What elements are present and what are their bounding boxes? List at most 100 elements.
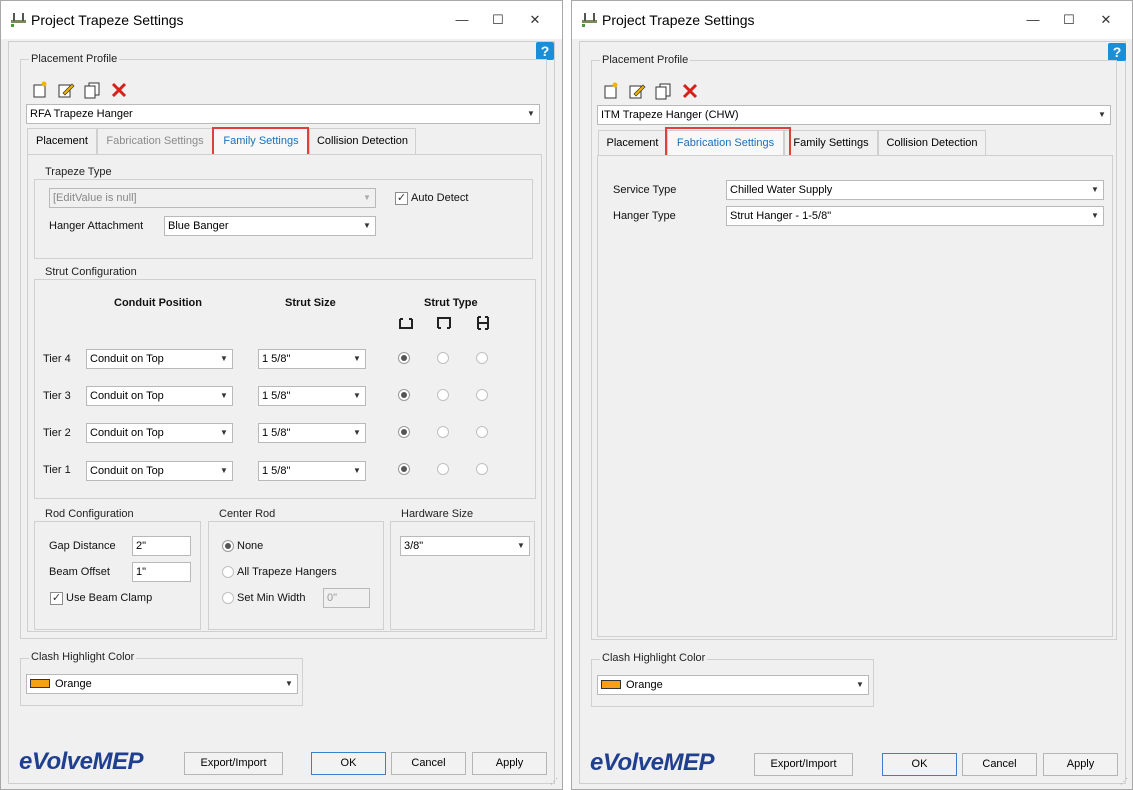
right-dialog: Project Trapeze Settings — ☐ ✕ ? Placeme… [571,0,1133,790]
tier-3-label: Tier 3 [43,390,71,402]
tier-3-position-dropdown[interactable]: Conduit on Top ▼ [86,386,233,406]
tier-1-type-2-radio[interactable] [437,463,449,475]
tier-3-size-dropdown[interactable]: 1 5/8" ▼ [258,386,366,406]
tab-placement[interactable]: Placement [27,128,97,154]
left-dialog: Project Trapeze Settings — ☐ ✕ ? Placeme… [0,0,563,790]
center-rod-setmin-radio[interactable] [222,592,234,604]
tab-fabrication-settings[interactable]: Fabrication Settings [97,128,213,154]
clash-color-dropdown[interactable]: Orange ▼ [26,674,298,694]
tab-family-settings[interactable]: Family Settings [784,130,878,156]
tab-collision-detection[interactable]: Collision Detection [309,128,416,154]
maximize-button[interactable]: ☐ [486,10,510,30]
new-profile-icon[interactable] [602,82,620,100]
hanger-type-dropdown[interactable]: Strut Hanger - 1-5/8" ▼ [726,206,1104,226]
tier-4-type-3-radio[interactable] [476,352,488,364]
tier-2-type-1-radio[interactable] [398,426,410,438]
beam-offset-input[interactable]: 1" [132,562,191,582]
tier-1-type-1-radio[interactable] [398,463,410,475]
chevron-down-icon: ▼ [517,541,525,550]
tier-2-position-value: Conduit on Top [90,427,164,439]
tier-2-position-dropdown[interactable]: Conduit on Top ▼ [86,423,233,443]
center-rod-setmin-label: Set Min Width [237,592,306,604]
strut-open-up-icon [399,318,413,329]
close-button[interactable]: ✕ [1094,10,1118,30]
edit-profile-icon[interactable] [57,81,75,99]
tab-placement[interactable]: Placement [598,130,667,156]
hanger-attachment-dropdown[interactable]: Blue Banger ▼ [164,216,376,236]
chevron-down-icon: ▼ [353,391,361,400]
use-beam-clamp-checkbox[interactable]: ✓ [50,592,63,605]
tier-4-type-1-radio[interactable] [398,352,410,364]
help-icon[interactable]: ? [1108,43,1126,61]
resize-grip-icon[interactable]: ⋰ [1120,777,1130,787]
apply-button[interactable]: Apply [472,752,547,775]
hanger-attachment-label: Hanger Attachment [49,220,144,232]
center-rod-none-label: None [237,540,264,552]
delete-profile-icon[interactable] [110,81,128,99]
tier-3-type-3-radio[interactable] [476,389,488,401]
auto-detect-label: Auto Detect [411,192,469,204]
tier-2-size-dropdown[interactable]: 1 5/8" ▼ [258,423,366,443]
tier-4-size-dropdown[interactable]: 1 5/8" ▼ [258,349,366,369]
hanger-attachment-value: Blue Banger [168,220,229,232]
ok-button[interactable]: OK [311,752,386,775]
trapeze-app-icon [582,13,597,27]
close-button[interactable]: ✕ [523,10,547,30]
tier-1-size-dropdown[interactable]: 1 5/8" ▼ [258,461,366,481]
gap-distance-input[interactable]: 2" [132,536,191,556]
ok-button[interactable]: OK [882,753,957,776]
hardware-size-label: Hardware Size [399,508,476,520]
evolvemep-logo: eVolveMEP [19,748,144,775]
cancel-button[interactable]: Cancel [962,753,1037,776]
profile-value: RFA Trapeze Hanger [30,108,133,120]
delete-profile-icon[interactable] [681,82,699,100]
resize-grip-icon[interactable]: ⋰ [550,777,560,787]
chevron-down-icon: ▼ [856,680,864,689]
profile-dropdown[interactable]: RFA Trapeze Hanger ▼ [26,104,540,124]
profile-dropdown[interactable]: ITM Trapeze Hanger (CHW) ▼ [597,105,1111,125]
export-import-button[interactable]: Export/Import [184,752,283,775]
tier-3-position-value: Conduit on Top [90,390,164,402]
apply-button[interactable]: Apply [1043,753,1118,776]
service-type-label: Service Type [613,184,677,196]
maximize-button[interactable]: ☐ [1057,10,1081,30]
strut-back-to-back-icon [477,316,489,330]
tier-1-position-value: Conduit on Top [90,465,164,477]
clash-highlight-label: Clash Highlight Color [600,652,708,664]
chevron-down-icon: ▼ [1091,211,1099,220]
copy-profile-icon[interactable] [83,81,101,99]
beam-offset-label: Beam Offset [49,566,110,578]
hardware-size-dropdown[interactable]: 3/8" ▼ [400,536,530,556]
tier-3-size-value: 1 5/8" [262,390,291,402]
chevron-down-icon: ▼ [1091,185,1099,194]
center-rod-all-radio[interactable] [222,566,234,578]
tier-1-type-3-radio[interactable] [476,463,488,475]
service-type-dropdown[interactable]: Chilled Water Supply ▼ [726,180,1104,200]
chevron-down-icon: ▼ [1098,110,1106,119]
edit-profile-icon[interactable] [628,82,646,100]
trapeze-app-icon [11,13,26,27]
tier-4-position-dropdown[interactable]: Conduit on Top ▼ [86,349,233,369]
help-icon[interactable]: ? [536,42,554,60]
clash-color-dropdown[interactable]: Orange ▼ [597,675,869,695]
tier-1-size-value: 1 5/8" [262,465,291,477]
chevron-down-icon: ▼ [363,221,371,230]
window-title: Project Trapeze Settings [602,12,755,28]
new-profile-icon[interactable] [31,81,49,99]
tier-3-type-1-radio[interactable] [398,389,410,401]
tier-2-type-3-radio[interactable] [476,426,488,438]
clash-highlight-label: Clash Highlight Color [29,651,137,663]
copy-profile-icon[interactable] [654,82,672,100]
minimize-button[interactable]: — [1021,10,1045,30]
tab-collision-detection[interactable]: Collision Detection [878,130,986,156]
tier-4-type-2-radio[interactable] [437,352,449,364]
export-import-button[interactable]: Export/Import [754,753,853,776]
cancel-button[interactable]: Cancel [391,752,466,775]
chevron-down-icon: ▼ [285,679,293,688]
minimize-button[interactable]: — [450,10,474,30]
center-rod-none-radio[interactable] [222,540,234,552]
tier-1-position-dropdown[interactable]: Conduit on Top ▼ [86,461,233,481]
auto-detect-checkbox[interactable]: ✓ [395,192,408,205]
tier-2-type-2-radio[interactable] [437,426,449,438]
tier-3-type-2-radio[interactable] [437,389,449,401]
